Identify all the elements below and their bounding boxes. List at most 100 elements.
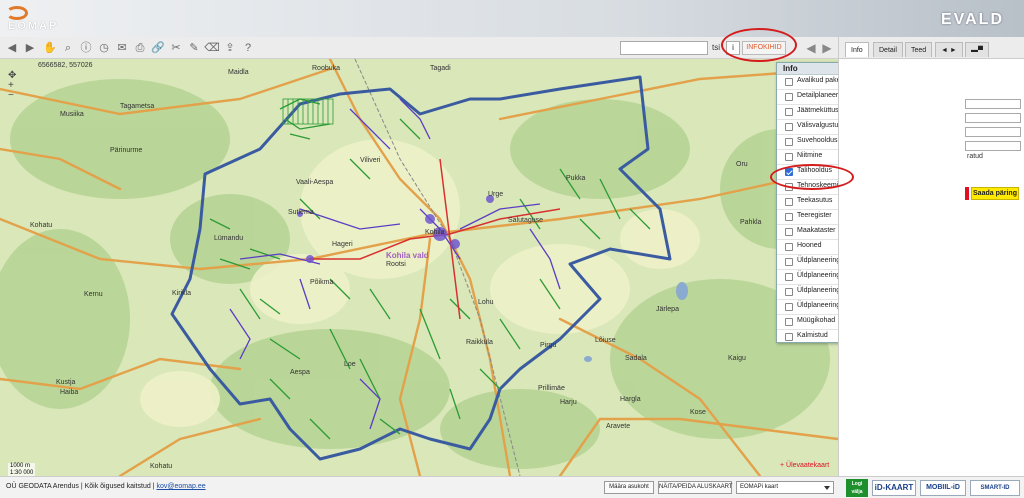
basemap-select[interactable]: EOMAPi kaart	[736, 481, 834, 494]
hand-icon[interactable]: ✋	[42, 40, 58, 56]
place-label: Harju	[560, 399, 577, 406]
checkbox[interactable]	[785, 228, 793, 236]
tab-teed[interactable]: Teed	[905, 42, 933, 57]
smart-id-login-button[interactable]: SMART-ID	[970, 480, 1020, 496]
tab-detail[interactable]: Detail	[873, 42, 903, 57]
place-label: Aravete	[606, 423, 631, 430]
search-button[interactable]: tsi	[708, 41, 724, 55]
scissors-icon[interactable]: ✂	[168, 40, 184, 56]
layer-label: Teekasutus	[797, 197, 833, 204]
place-label: Musiika	[60, 111, 84, 118]
prev-extent-icon[interactable]: ◀	[804, 40, 818, 56]
infokihid-button[interactable]: INFOKIHID	[742, 41, 786, 55]
map-scale-bar: 1000 m 1:30 000	[8, 463, 36, 476]
mail-icon[interactable]: ✉	[114, 40, 130, 56]
eraser-icon[interactable]: ⌫	[204, 40, 220, 56]
map-canvas[interactable]: 6566582, 557026 ✥ + − Roobuka Maidla Tagad…	[0, 59, 838, 476]
logo-ring-icon	[6, 6, 28, 20]
place-label: Haiba	[60, 389, 79, 396]
contact-email-link[interactable]: kov@eomap.ee	[156, 483, 205, 490]
place-label: Pärinurme	[110, 147, 143, 154]
right-side-panel: Info Detail Teed ◄ ► ▬▀ ratud Saada päri…	[838, 37, 1024, 476]
checkbox[interactable]	[785, 153, 793, 161]
layer-label: Jäätmeküttus	[797, 107, 839, 114]
search-input[interactable]	[620, 41, 708, 55]
checkbox[interactable]	[785, 273, 793, 281]
app-header: EOMAP EVALD	[0, 0, 1024, 37]
place-label: Kernu	[84, 291, 103, 298]
map-pan-zoom-control[interactable]: ✥ + −	[8, 71, 30, 101]
checkbox[interactable]	[785, 93, 793, 101]
id-card-login-button[interactable]: iD-KAART	[872, 480, 916, 496]
info-layers-i-button[interactable]: i	[726, 41, 740, 55]
next-extent-icon[interactable]: ▶	[820, 40, 834, 56]
checkbox[interactable]	[785, 258, 793, 266]
municipality-label: Kohila vald	[386, 251, 429, 260]
info-icon[interactable]: ⓘ	[78, 40, 94, 56]
place-label: Raikküla	[466, 339, 493, 346]
toggle-basemap-button[interactable]: NÄITA/PEIDA ALUSKAART	[658, 481, 732, 494]
tab-layout[interactable]: ▬▀	[965, 42, 989, 57]
place-label: Aespa	[290, 369, 310, 376]
place-label: Tagametsa	[120, 103, 155, 110]
checkbox[interactable]	[785, 333, 793, 341]
place-label: Maidla	[228, 69, 249, 76]
checkbox[interactable]	[785, 138, 793, 146]
side-marker	[965, 187, 969, 200]
checkbox[interactable]	[785, 108, 793, 116]
place-label: Sadala	[625, 355, 647, 362]
side-input[interactable]	[965, 141, 1021, 151]
checkbox[interactable]	[785, 288, 793, 296]
place-label: Roobuka	[312, 65, 341, 72]
place-label: Kustja	[56, 379, 76, 386]
link-icon[interactable]: 🔗	[150, 40, 166, 56]
tab-info[interactable]: Info	[845, 42, 869, 57]
place-label: Vaali-Aespa	[296, 179, 334, 186]
help-icon[interactable]: ?	[240, 40, 256, 56]
layer-label: Müügikohad	[797, 317, 836, 324]
clock-icon[interactable]: ◷	[96, 40, 112, 56]
place-label: Hageri	[332, 241, 353, 248]
print-icon[interactable]: ⎙	[132, 40, 148, 56]
layer-label: Tehnoskeemid	[797, 182, 843, 189]
place-label: Prillimäe	[538, 385, 565, 392]
eomap-logo[interactable]: EOMAP	[6, 6, 66, 32]
place-label: Pirgu	[540, 342, 557, 349]
checkbox-checked[interactable]	[785, 168, 793, 176]
pencil-icon[interactable]: ✎	[186, 40, 202, 56]
checkbox[interactable]	[785, 318, 793, 326]
submit-request-button[interactable]: Saada päring	[971, 187, 1019, 200]
export-icon[interactable]: ⇪	[222, 40, 238, 56]
zoom-icon[interactable]: ⌕	[60, 40, 76, 56]
back-icon[interactable]: ◀	[4, 40, 20, 56]
coordinate-readout: 6566582, 557026	[38, 62, 93, 69]
place-label: Kohatu	[30, 222, 53, 229]
checkbox[interactable]	[785, 213, 793, 221]
checkbox[interactable]	[785, 198, 793, 206]
side-select[interactable]	[965, 113, 1021, 123]
place-label: Kose	[690, 409, 706, 416]
layer-label: Suvehooldus	[797, 137, 838, 144]
place-label: Tagadi	[430, 65, 451, 72]
place-label: Lohu	[478, 299, 494, 306]
tab-arrows[interactable]: ◄ ►	[935, 42, 963, 57]
overview-map-link[interactable]: + Ülevaatekaart	[780, 462, 829, 469]
side-select[interactable]	[965, 99, 1021, 109]
checkbox[interactable]	[785, 78, 793, 86]
logout-button[interactable]: Logi välja	[846, 479, 868, 497]
checkbox[interactable]	[785, 123, 793, 131]
checkbox[interactable]	[785, 183, 793, 191]
side-partial-text: ratud	[967, 153, 983, 160]
layer-label: Niitmine	[797, 152, 823, 159]
checkbox[interactable]	[785, 303, 793, 311]
locate-button[interactable]: Määra asukoht	[604, 481, 654, 494]
forward-icon[interactable]: ▶	[22, 40, 38, 56]
mobile-id-login-button[interactable]: MOBIIL-iD	[920, 480, 966, 496]
checkbox[interactable]	[785, 243, 793, 251]
side-select[interactable]	[965, 127, 1021, 137]
layer-label: Välisvalgustus	[797, 122, 842, 129]
app-name: EVALD	[940, 11, 1004, 28]
layer-label: Teeregister	[797, 212, 832, 219]
copyright-label: OÜ GEODATA Arendus | Kõik õigused kaitst…	[6, 483, 155, 490]
place-label: Lõiuse	[595, 337, 616, 344]
